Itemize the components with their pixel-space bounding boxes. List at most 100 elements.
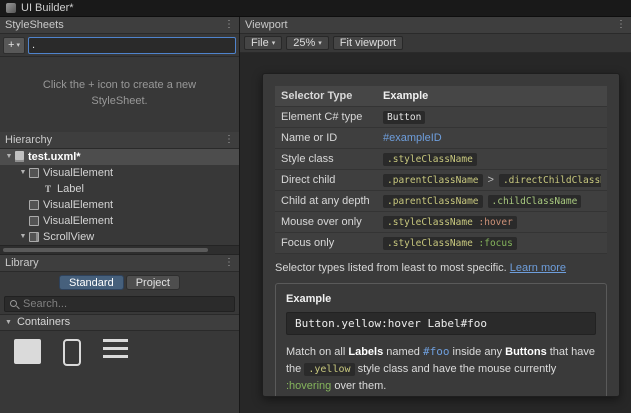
foldout-arrow-icon[interactable]: ▼ [17, 233, 29, 240]
visual-element-icon [29, 215, 39, 226]
stylesheets-menu-icon[interactable]: ⋮ [224, 20, 234, 30]
plain-token: Match on all [286, 346, 349, 358]
scroll-view-icon [29, 231, 39, 242]
library-section-containers[interactable]: ▼ Containers [0, 313, 239, 331]
plain-token: named [383, 346, 423, 358]
example-title: Example [286, 293, 332, 305]
hierarchy-item-visualelement[interactable]: VisualElement [0, 197, 239, 213]
chevron-down-icon: ▾ [271, 40, 276, 47]
hierarchy-tree: ▼ test.uxml* ▼ VisualElement T Label VisualEle… [0, 148, 239, 245]
hierarchy-item-test-uxml[interactable]: ▼ test.uxml* [0, 148, 239, 165]
selector-example: Button [383, 110, 601, 124]
bold-token: Labels [348, 346, 384, 358]
hierarchy-item-label: VisualElement [43, 214, 114, 227]
selector-table-header-row: Selector Type Example [275, 86, 607, 107]
library-search-box[interactable] [4, 295, 235, 312]
library-item-scroll-view[interactable] [63, 338, 81, 413]
chevron-down-icon: ▾ [16, 42, 20, 49]
main-layout: StyleSheets ⋮ + ▾ Click the + icon to cr… [0, 17, 631, 413]
column-header-selector-type: Selector Type [281, 90, 353, 102]
code-chip: .styleClassName :hover [383, 215, 517, 229]
foldout-arrow-icon[interactable]: ▼ [5, 319, 12, 326]
label-icon: T [44, 183, 51, 194]
code-chip: .parentClassName [383, 194, 483, 208]
hierarchy-horizontal-scrollbar[interactable] [0, 244, 239, 255]
selector-help-card: Selector Type Example Element C# type Butto… [262, 73, 620, 397]
stylesheets-panel-header: StyleSheets ⋮ [0, 17, 239, 34]
stylesheets-title: StyleSheets [5, 19, 64, 31]
code-chip: Button [383, 110, 426, 124]
viewport-menu-icon[interactable]: ⋮ [616, 20, 626, 30]
pseudo-state-token: :hovering [286, 380, 332, 393]
chevron-down-icon: ▾ [318, 40, 322, 47]
plain-token: style class and have the mouse currently [354, 363, 557, 376]
selector-type-label: Style class [281, 153, 334, 165]
separator-text: > [487, 174, 494, 186]
left-panel: StyleSheets ⋮ + ▾ Click the + icon to cr… [0, 17, 240, 413]
selector-footer: Selector types listed from least to most… [275, 262, 607, 274]
library-item-list-view[interactable] [103, 338, 128, 413]
hierarchy-title: Hierarchy [5, 133, 53, 146]
selector-example: .parentClassName > .directChildClassName [383, 173, 601, 187]
stylesheets-toolbar: + ▾ [0, 34, 239, 57]
footer-text: Selector types listed from least to most… [275, 262, 510, 274]
foldout-arrow-icon[interactable]: ▼ [3, 153, 15, 160]
selector-table-row-element-c-type: Element C# type Button [275, 107, 607, 128]
containers-section-label: Containers [16, 316, 71, 328]
hierarchy-item-label: test.uxml* [28, 150, 81, 163]
selector-type-label: Direct child [281, 174, 336, 186]
uxml-document-icon [15, 151, 24, 162]
scrollbar-thumb[interactable] [3, 247, 209, 252]
selector-table: Selector Type Example Element C# type Butto… [275, 86, 607, 254]
fit-viewport-label: Fit viewport [339, 37, 397, 49]
zoom-value: 25% [293, 37, 316, 49]
selector-type-label: Mouse over only [281, 216, 362, 228]
library-title: Library [5, 256, 39, 269]
learn-more-link[interactable]: Learn more [510, 262, 566, 274]
zoom-dropdown[interactable]: 25% ▾ [286, 36, 329, 50]
new-selector-input[interactable] [27, 36, 236, 54]
example-box: Example Button.yellow:hover Label#foo Ma… [275, 283, 607, 396]
fit-viewport-button[interactable]: Fit viewport [332, 36, 404, 50]
add-stylesheet-button[interactable]: + ▾ [3, 36, 25, 54]
scroll-view-icon [63, 338, 81, 366]
hierarchy-item-visualelement[interactable]: ▼ VisualElement [0, 165, 239, 181]
library-search-input[interactable] [23, 297, 230, 310]
hierarchy-panel-header: Hierarchy ⋮ [0, 131, 239, 149]
visual-element-icon [14, 338, 41, 364]
library-menu-icon[interactable]: ⋮ [224, 257, 234, 268]
selector-table-row-mouse-over-only: Mouse over only .styleClassName :hover [275, 212, 607, 233]
library-item-visual-element[interactable] [14, 338, 41, 413]
plain-token: over them. [331, 380, 387, 393]
selector-table-row-name-or-id: Name or ID #exampleID [275, 128, 607, 149]
selector-type-label: Element C# type [281, 111, 363, 123]
visual-element-icon [29, 199, 39, 210]
file-menu-button[interactable]: File ▾ [244, 36, 283, 50]
library-tab-standard[interactable]: Standard [59, 275, 124, 290]
selector-table-row-direct-child: Direct child .parentClassName > .directChil… [275, 170, 607, 191]
selector-example: .parentClassName .childClassName [383, 194, 601, 208]
selector-table-row-focus-only: Focus only .styleClassName :focus [275, 233, 607, 254]
viewport-panel: Viewport ⋮ File ▾ 25% ▾ Fit viewport Sel… [240, 17, 631, 413]
hierarchy-menu-icon[interactable]: ⋮ [224, 134, 234, 145]
selector-type-label: Child at any depth [281, 195, 370, 207]
library-items-grid [0, 331, 239, 413]
code-chip: .childClassName [487, 194, 582, 208]
selector-type-label: Name or ID [281, 132, 338, 144]
selector-example: .styleClassName :focus [383, 236, 601, 250]
viewport-canvas[interactable]: Selector Type Example Element C# type Butto… [240, 53, 631, 413]
ui-builder-icon [6, 3, 16, 13]
hierarchy-item-label: Label [57, 182, 84, 195]
bold-token: Buttons [505, 346, 547, 358]
hierarchy-item-scrollview[interactable]: ▼ ScrollView [0, 229, 239, 245]
hierarchy-item-label: ScrollView [43, 230, 95, 243]
hierarchy-item-visualelement[interactable]: VisualElement [0, 213, 239, 229]
hierarchy-item-label[interactable]: T Label [0, 181, 239, 197]
foldout-arrow-icon[interactable]: ▼ [17, 169, 29, 176]
library-tab-project[interactable]: Project [125, 275, 180, 290]
plus-icon: + [8, 39, 15, 51]
code-chip: .parentClassName [383, 173, 483, 187]
selector-type-label: Focus only [281, 237, 335, 249]
example-description: Match on all Labels named #foo inside an… [286, 343, 596, 395]
viewport-toolbar: File ▾ 25% ▾ Fit viewport [240, 34, 631, 53]
